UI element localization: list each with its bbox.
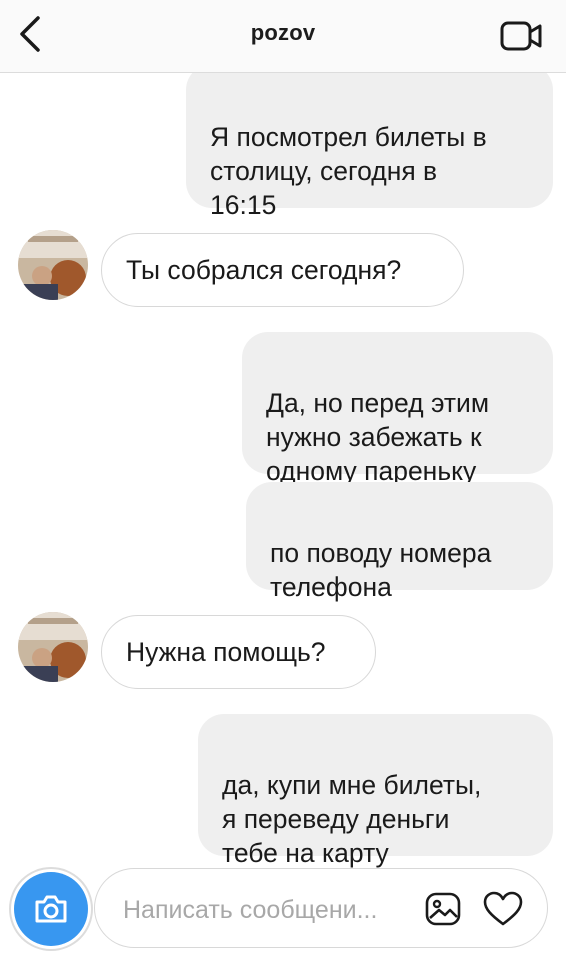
message-text: Нужна помощь?: [126, 637, 326, 667]
outgoing-message[interactable]: Да, но перед этим нужно забежать к одном…: [242, 332, 553, 486]
message-text: по поводу номера телефона: [270, 538, 492, 602]
message-input-container: [94, 868, 548, 948]
avatar[interactable]: [18, 612, 88, 682]
video-camera-icon: [500, 21, 542, 51]
message-text: Да, но перед этим нужно забежать к одном…: [266, 388, 490, 486]
outgoing-message[interactable]: Я посмотрел билеты в столицу, сегодня в …: [186, 64, 553, 220]
avatar[interactable]: [18, 230, 88, 300]
message-text: да, купи мне билеты, я переведу деньги т…: [222, 770, 482, 868]
incoming-message-row: Ты собрался сегодня?: [18, 230, 468, 307]
message-text: Ты собрался сегодня?: [126, 255, 402, 285]
incoming-message-row: Нужна помощь?: [18, 612, 388, 689]
video-call-button[interactable]: [498, 18, 546, 54]
camera-button[interactable]: [14, 872, 88, 946]
outgoing-message[interactable]: да, купи мне билеты, я переведу деньги т…: [198, 714, 553, 868]
outgoing-message[interactable]: по поводу номера телефона: [246, 482, 553, 602]
chat-title[interactable]: pozov: [0, 20, 566, 46]
camera-icon: [35, 895, 67, 923]
gallery-button[interactable]: [423, 889, 463, 929]
message-text: Я посмотрел билеты в столицу, сегодня в …: [210, 122, 487, 220]
heart-icon: [483, 891, 523, 926]
incoming-message[interactable]: Ты собрался сегодня?: [101, 233, 464, 307]
message-composer: [14, 868, 548, 948]
chat-header: pozov: [0, 0, 566, 73]
message-input[interactable]: [121, 889, 415, 931]
incoming-message[interactable]: Нужна помощь?: [101, 615, 376, 689]
gallery-icon: [425, 892, 461, 926]
like-button[interactable]: [481, 889, 525, 929]
chat-screen: pozov Я посмотрел билеты в столицу, сего…: [0, 0, 566, 960]
